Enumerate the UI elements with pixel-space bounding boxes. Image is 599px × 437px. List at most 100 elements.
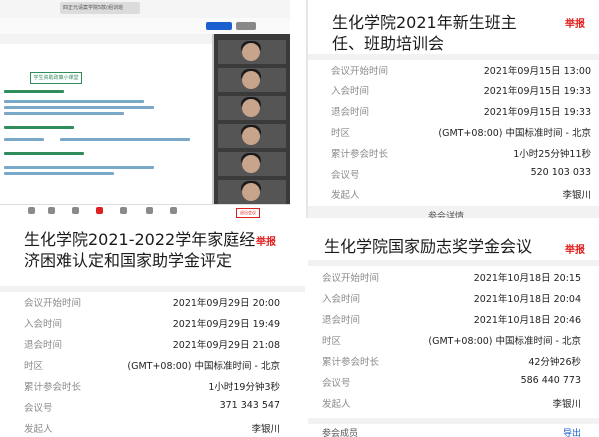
row-value: (GMT+08:00) 中国标准时间 - 北京 (127, 361, 280, 372)
share-screen-icon[interactable] (72, 207, 79, 214)
meeting-top-bar (0, 18, 290, 35)
chat-icon[interactable] (146, 207, 153, 214)
meeting-toolbar: 退出会议 (0, 204, 290, 218)
participant-video[interactable] (218, 40, 286, 64)
detail-row: 会议号 520 103 033 (308, 167, 599, 187)
row-value: 2021年09月15日 19:33 (483, 107, 591, 118)
row-label: 退会时间 (24, 340, 63, 351)
detail-row: 会议开始时间 2021年10月18日 20:15 (308, 270, 599, 290)
record-icon[interactable] (96, 207, 103, 214)
participant-video[interactable] (218, 68, 286, 92)
leave-meeting-button[interactable]: 退出会议 (236, 208, 260, 218)
meeting-info-chip[interactable] (206, 22, 232, 30)
row-value: 李银川 (562, 190, 591, 201)
meeting-chip-2[interactable] (236, 22, 256, 30)
section-separator (308, 418, 599, 424)
detail-row: 累计参会时长 1小时25分钟11秒 (308, 146, 599, 166)
participant-video[interactable] (218, 180, 286, 204)
meeting-title: 生化学院国家励志奖学金会议 (324, 237, 533, 256)
row-label: 会议开始时间 (331, 66, 389, 77)
slide-text-line (4, 112, 124, 115)
meeting-title: 生化学院2021-2022学年家庭经济困难认定和国家助学金评定 (24, 230, 256, 270)
row-label: 会议号 (24, 403, 53, 414)
detail-row: 退会时间 2021年09月15日 19:33 (308, 104, 599, 124)
report-button[interactable]: 举报 (565, 241, 585, 256)
detail-row: 会议号 586 440 773 (308, 375, 599, 395)
row-label: 会议号 (322, 378, 351, 389)
detail-row: 退会时间 2021年09月29日 21:08 (0, 337, 305, 357)
participant-video-list (214, 34, 290, 204)
slide-text-line (4, 106, 154, 109)
section-separator (308, 54, 599, 60)
row-value: 2021年09月29日 21:08 (172, 340, 280, 351)
slide-text-line (60, 138, 190, 141)
row-label: 累计参会时长 (331, 149, 389, 160)
participant-video[interactable] (218, 96, 286, 120)
row-value: 李银川 (552, 399, 581, 410)
row-label: 累计参会时长 (24, 382, 82, 393)
export-link[interactable]: 导出 (563, 426, 581, 437)
slide-text-line (4, 90, 64, 93)
row-label: 时区 (322, 336, 342, 347)
row-value: 2021年10月18日 20:15 (473, 273, 581, 284)
meeting-detail-card-2: 生化学院2021-2022学年家庭经济困难认定和国家助学金评定 举报 会议开始时… (0, 218, 305, 437)
row-value: 2021年09月15日 13:00 (483, 66, 591, 77)
participant-video[interactable] (218, 124, 286, 148)
row-value: 1小时19分钟3秒 (208, 382, 280, 393)
window-tab[interactable]: 四正元请案学院5款(组训班 (60, 2, 140, 14)
detail-row: 发起人 李银川 (308, 396, 599, 416)
mute-icon[interactable] (28, 207, 35, 214)
detail-row: 会议号 371 343 547 (0, 400, 305, 420)
meeting-detail-card-1: 生化学院2021年新生班主任、班助培训会 举报 会议开始时间 2021年09月15… (308, 0, 599, 218)
slide-text-line (4, 172, 114, 175)
members-icon[interactable] (120, 207, 127, 214)
row-label: 时区 (331, 128, 351, 139)
row-value: 2021年10月18日 20:04 (473, 294, 581, 305)
row-value: (GMT+08:00) 中国标准时间 - 北京 (428, 336, 581, 347)
slide-heading: 学生资助政策小课堂 (30, 72, 82, 84)
row-value: 1小时25分钟11秒 (513, 149, 591, 160)
row-value: 2021年09月29日 19:49 (172, 319, 280, 330)
participant-details-link[interactable]: 参会详情 (428, 209, 464, 218)
detail-row: 发起人 李银川 (0, 421, 305, 437)
slide-text-line (4, 126, 74, 129)
row-value: 42分钟26秒 (528, 357, 581, 368)
meeting-title: 生化学院2021年新生班主任、班助培训会 (332, 13, 517, 53)
slide-text-line (4, 166, 154, 169)
detail-row: 入会时间 2021年09月29日 19:49 (0, 316, 305, 336)
row-label: 会议开始时间 (24, 298, 82, 309)
meeting-detail-card-3: 生化学院国家励志奖学金会议 举报 会议开始时间 2021年10月18日 20:15… (308, 222, 599, 437)
row-value: 586 440 773 (520, 375, 581, 386)
row-label: 发起人 (322, 399, 351, 410)
video-icon[interactable] (48, 207, 55, 214)
row-label: 累计参会时长 (322, 357, 380, 368)
participant-video[interactable] (218, 152, 286, 176)
shared-screen-slide: 学生资助政策小课堂 (0, 34, 214, 204)
row-label: 退会时间 (322, 315, 361, 326)
row-value: 2021年09月29日 20:00 (172, 298, 280, 309)
row-value: 371 343 547 (219, 400, 280, 411)
slide-text-line (4, 100, 144, 103)
report-button[interactable]: 举报 (565, 15, 585, 30)
row-value: 2021年09月15日 19:33 (483, 86, 591, 97)
row-label: 发起人 (331, 190, 360, 201)
detail-row: 时区 (GMT+08:00) 中国标准时间 - 北京 (0, 358, 305, 378)
apps-icon[interactable] (170, 207, 177, 214)
row-label: 会议号 (331, 170, 360, 181)
section-separator (308, 260, 599, 266)
detail-row: 累计参会时长 1小时19分钟3秒 (0, 379, 305, 399)
detail-row: 会议开始时间 2021年09月15日 13:00 (308, 63, 599, 83)
slide-text-line (4, 152, 84, 155)
row-value: 520 103 033 (530, 167, 591, 178)
detail-row: 时区 (GMT+08:00) 中国标准时间 - 北京 (308, 333, 599, 353)
row-value: 2021年10月18日 20:46 (473, 315, 581, 326)
detail-row: 退会时间 2021年10月18日 20:46 (308, 312, 599, 332)
row-label: 发起人 (24, 424, 53, 435)
report-button[interactable]: 举报 (256, 233, 276, 248)
row-label: 时区 (24, 361, 44, 372)
row-label: 入会时间 (331, 86, 370, 97)
row-label: 退会时间 (331, 107, 370, 118)
detail-row: 入会时间 2021年09月15日 19:33 (308, 83, 599, 103)
row-label: 入会时间 (24, 319, 63, 330)
meeting-screenshot: 四正元请案学院5款(组训班 学生资助政策小课堂 退出会议 (0, 0, 290, 218)
